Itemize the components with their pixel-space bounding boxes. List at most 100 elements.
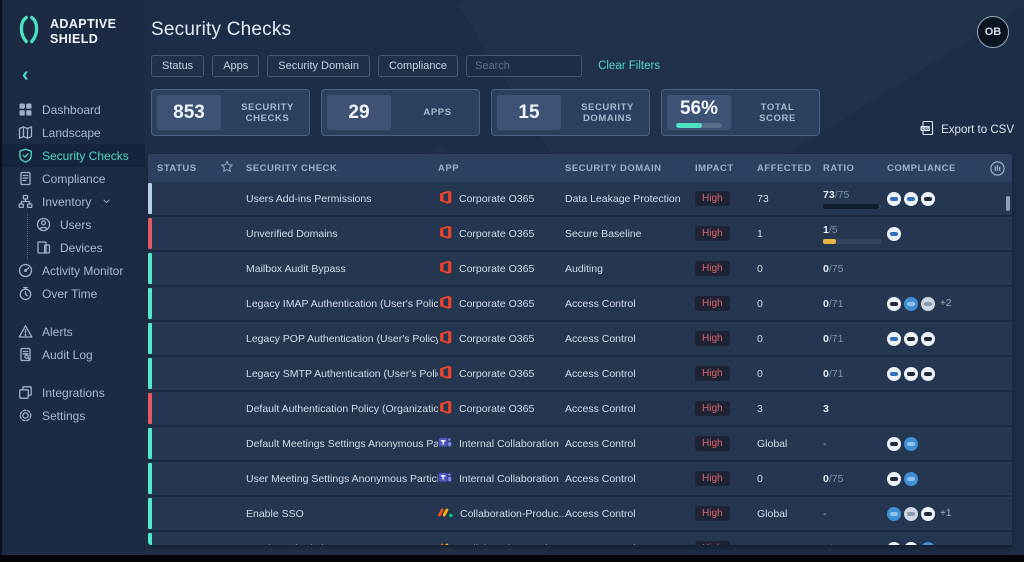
table-row[interactable]: Mailbox Audit BypassCorporate O365Auditi… — [148, 252, 1012, 287]
app-name: Collaboration-Produc... — [460, 543, 565, 546]
table-row[interactable]: User Meeting Settings Anonymous Particip… — [148, 462, 1012, 497]
sidebar-item-over-time[interactable]: Over Time — [0, 282, 145, 305]
app-window: ADAPTIVESHIELD ‹ DashboardLandscapeSecur… — [0, 0, 1024, 562]
impact-badge: High — [695, 296, 730, 311]
impact-badge: High — [695, 191, 730, 206]
dashboard-icon — [18, 102, 33, 117]
ratio-text: 0/10 — [823, 543, 843, 546]
sidebar-item-inventory[interactable]: Inventory — [0, 190, 145, 213]
card-value: 853 — [157, 95, 221, 130]
sidebar-item-security-checks[interactable]: Security Checks — [0, 144, 145, 167]
integrations-icon — [18, 385, 33, 400]
column-header-app[interactable]: APP — [438, 163, 565, 174]
affected-value: 73 — [757, 193, 823, 205]
ratio-cell: 1/5 — [823, 224, 887, 244]
impact-cell: High — [695, 471, 757, 486]
filter-chip-security-domain[interactable]: Security Domain — [267, 55, 370, 77]
table-row[interactable]: Default Meetings Settings Anonymous Part… — [148, 427, 1012, 462]
filter-chip-status[interactable]: Status — [151, 55, 204, 77]
table-row[interactable]: Unverified DomainsCorporate O365Secure B… — [148, 217, 1012, 252]
column-header-impact[interactable]: IMPACT — [695, 163, 757, 174]
ratio-numerator: - — [823, 508, 827, 520]
ratio-numerator: 3 — [823, 403, 829, 415]
ratio-denominator: /75 — [829, 263, 844, 275]
app-name: Corporate O365 — [459, 228, 534, 240]
sidebar-item-activity-monitor[interactable]: Activity Monitor — [0, 259, 145, 282]
table-row[interactable]: Legacy IMAP Authentication (User's Polic… — [148, 287, 1012, 322]
ratio-denominator: /71 — [829, 333, 844, 345]
compliance-badge — [904, 542, 918, 546]
security-domain: Access Control — [565, 438, 695, 450]
star-icon[interactable] — [220, 160, 246, 177]
filter-chip-compliance[interactable]: Compliance — [378, 55, 458, 77]
clear-filters-link[interactable]: Clear Filters — [598, 60, 660, 72]
o365-app-icon — [438, 295, 453, 313]
card-label: SECURITY DOMAINS — [566, 90, 649, 135]
shield-icon — [18, 148, 33, 163]
impact-badge: High — [695, 331, 730, 346]
page-title: Security Checks — [151, 19, 291, 41]
status-indicator — [148, 393, 152, 424]
app-cell: Corporate O365 — [438, 330, 565, 348]
ratio-text: 1/5 — [823, 224, 838, 236]
card-label: APPS — [396, 90, 479, 135]
column-header-compliance[interactable]: COMPLIANCE — [887, 163, 982, 174]
compliance-cell — [887, 227, 982, 241]
table-scrollbar[interactable] — [1006, 196, 1010, 211]
sidebar-item-compliance[interactable]: Compliance — [0, 167, 145, 190]
security-domain: Data Leakage Protection — [565, 193, 695, 205]
compliance-badge — [887, 227, 901, 241]
card-value: 29 — [327, 95, 391, 130]
impact-badge: High — [695, 261, 730, 276]
table-row[interactable]: Number Of AdminsCollaboration-Produc...A… — [148, 532, 1012, 545]
search-input[interactable] — [466, 55, 582, 77]
filter-chips: Status Apps Security Domain Compliance — [151, 55, 458, 77]
user-avatar[interactable]: OB — [977, 16, 1009, 48]
compliance-cell — [887, 192, 982, 206]
security-check-name: Number Of Admins — [246, 543, 438, 546]
status-indicator — [148, 498, 152, 529]
column-settings-icon[interactable] — [982, 160, 1012, 177]
table-row[interactable]: Legacy SMTP Authentication (User's Polic… — [148, 357, 1012, 392]
app-cell: Corporate O365 — [438, 295, 565, 313]
sidebar-item-integrations[interactable]: Integrations — [0, 381, 145, 404]
sidebar-item-alerts[interactable]: Alerts — [0, 320, 145, 343]
sidebar-item-dashboard[interactable]: Dashboard — [0, 98, 145, 121]
export-csv-label: Export to CSV — [941, 124, 1014, 136]
table-row[interactable]: Legacy POP Authentication (User's Policy… — [148, 322, 1012, 357]
table-row[interactable]: Enable SSOCollaboration-Produc...Access … — [148, 497, 1012, 532]
compliance-badge — [904, 332, 918, 346]
sidebar-item-devices[interactable]: Devices — [27, 236, 145, 259]
filter-chip-apps[interactable]: Apps — [212, 55, 259, 77]
column-header-affected[interactable]: AFFECTED — [757, 163, 823, 174]
compliance-badge — [887, 297, 901, 311]
o365-app-icon — [438, 225, 453, 243]
column-header-security-check[interactable]: SECURITY CHECK — [246, 163, 438, 174]
table-row[interactable]: Users Add-ins PermissionsCorporate O365D… — [148, 182, 1012, 217]
column-header-security-domain[interactable]: SECURITY DOMAIN — [565, 163, 695, 174]
ratio-cell: - — [823, 438, 887, 450]
affected-value: 0 — [757, 543, 823, 546]
status-indicator — [148, 218, 152, 249]
export-csv-button[interactable]: CSV Export to CSV — [919, 120, 1014, 139]
column-header-ratio[interactable]: RATIO — [823, 163, 887, 174]
security-check-name: Default Meetings Settings Anonymous Part… — [246, 438, 438, 450]
sidebar-collapse-button[interactable]: ‹ — [0, 49, 34, 85]
sidebar-item-settings[interactable]: Settings — [0, 404, 145, 427]
sidebar-item-users[interactable]: Users — [27, 213, 145, 236]
ratio-cell: 0/71 — [823, 298, 887, 310]
compliance-cell: +2 — [887, 297, 982, 311]
table-row[interactable]: Default Authentication Policy (Organizat… — [148, 392, 1012, 427]
sidebar-item-label: Settings — [42, 409, 85, 423]
app-cell: Corporate O365 — [438, 400, 565, 418]
app-cell: Corporate O365 — [438, 260, 565, 278]
ratio-progress-bar — [823, 239, 881, 244]
window-edge — [0, 555, 1024, 562]
sidebar-item-audit-log[interactable]: Audit Log — [0, 343, 145, 366]
sidebar-item-landscape[interactable]: Landscape — [0, 121, 145, 144]
sidebar-item-label: Compliance — [42, 172, 105, 186]
column-header-status[interactable]: STATUS — [148, 163, 220, 174]
compliance-badge — [887, 507, 901, 521]
ratio-cell: 0/71 — [823, 333, 887, 345]
ratio-denominator: /75 — [829, 473, 844, 485]
